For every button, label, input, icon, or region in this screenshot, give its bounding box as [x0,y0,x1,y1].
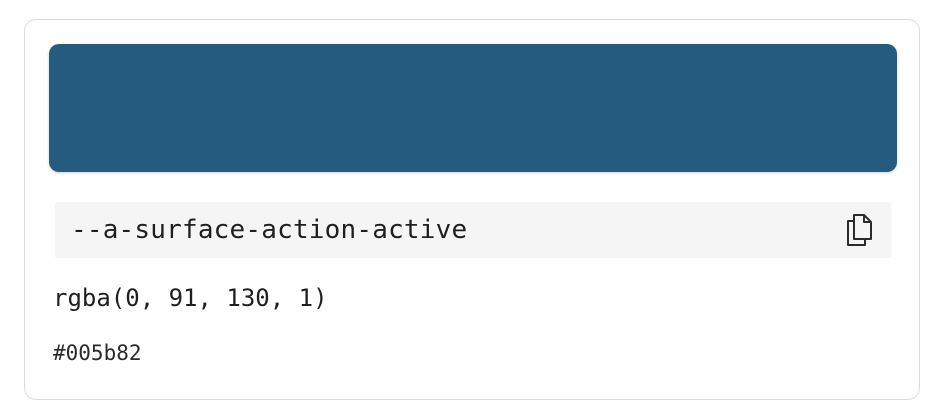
color-token-card: --a-surface-action-active rgba(0, 91, 13… [24,19,920,400]
rgba-value: rgba(0, 91, 130, 1) [53,284,328,312]
token-name-row: --a-surface-action-active [55,202,891,258]
hex-value: #005b82 [53,341,142,365]
color-swatch [49,44,897,172]
copy-icon [847,214,872,246]
token-name: --a-surface-action-active [71,215,468,245]
copy-button[interactable] [843,210,875,250]
